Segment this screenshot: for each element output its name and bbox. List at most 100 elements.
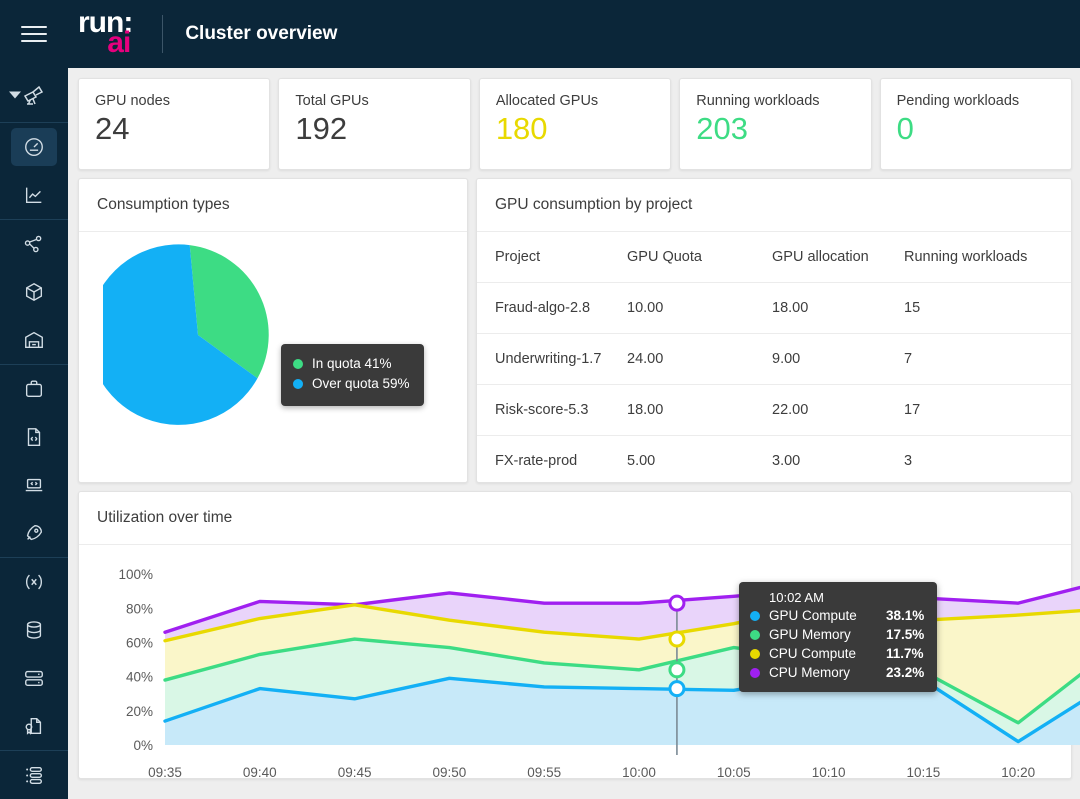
function-x-icon [11, 563, 57, 601]
hover-marker [670, 682, 684, 696]
tooltip-dot-gpu-compute [750, 611, 760, 621]
cell-quota: 5.00 [627, 436, 772, 487]
sidebar-item-templates[interactable] [0, 413, 68, 461]
tooltip-series-name: CPU Memory [769, 663, 877, 682]
column-header-gpu-allocation[interactable]: GPU allocation [772, 232, 904, 283]
tooltip-time: 10:02 AM [769, 590, 924, 605]
column-header-project[interactable]: Project [477, 232, 627, 283]
legend-dot-in-quota [293, 359, 303, 369]
table-row[interactable]: Fraud-algo-2.8 10.00 18.00 15 [477, 283, 1071, 334]
header-divider [162, 15, 163, 53]
sidebar-item-functions[interactable] [0, 558, 68, 606]
cell-running: 3 [904, 436, 1071, 487]
x-axis-tick-label: 09:35 [148, 765, 182, 780]
cell-quota: 10.00 [627, 283, 772, 334]
column-header-running-workloads[interactable]: Running workloads [904, 232, 1071, 283]
y-axis-tick-label: 40% [126, 670, 153, 685]
sidebar-item-network[interactable] [0, 220, 68, 268]
sidebar-item-workspaces[interactable] [0, 461, 68, 509]
cell-allocation: 9.00 [772, 334, 904, 385]
kpi-value: 192 [295, 113, 453, 146]
page-title: Cluster overview [185, 23, 337, 45]
tooltip-series-name: GPU Compute [769, 606, 877, 625]
warehouse-icon [11, 321, 57, 359]
cell-running: 15 [904, 283, 1071, 334]
briefcase-icon [11, 370, 57, 408]
network-share-icon [11, 225, 57, 263]
kpi-card-pending-workloads: Pending workloads 0 [880, 78, 1072, 170]
top-bar: run: ai Cluster overview [0, 0, 1080, 68]
server-icon [11, 659, 57, 697]
tooltip-row: GPU Compute 38.1% [750, 606, 924, 625]
kpi-card-allocated-gpus: Allocated GPUs 180 [479, 78, 671, 170]
certificate-file-icon [11, 707, 57, 745]
cell-project: Risk-score-5.3 [477, 385, 627, 436]
sidebar-item-dashboard[interactable] [0, 123, 68, 171]
logo-ai-text: ai [107, 30, 130, 56]
sidebar-item-warehouse[interactable] [0, 316, 68, 364]
dashboard-gauge-icon [11, 128, 57, 166]
database-icon [11, 611, 57, 649]
legend-label: In quota 41% [312, 354, 392, 374]
legend-item: Over quota 59% [293, 374, 410, 394]
cube-icon [11, 273, 57, 311]
column-header-gpu-quota[interactable]: GPU Quota [627, 232, 772, 283]
x-axis-tick-label: 10:20 [1001, 765, 1035, 780]
table-row[interactable]: Risk-score-5.3 18.00 22.00 17 [477, 385, 1071, 436]
projects-table-title: GPU consumption by project [477, 179, 1071, 232]
cluster-overview-page: run: ai Cluster overview [0, 0, 1080, 799]
kpi-value: 203 [696, 113, 854, 146]
tooltip-series-value: 17.5% [886, 625, 924, 644]
hover-marker [670, 663, 684, 677]
rocket-icon [11, 514, 57, 552]
consumption-pie-chart [103, 240, 293, 430]
gpu-consumption-by-project-card: GPU consumption by project Project GPU Q… [476, 178, 1072, 483]
tooltip-series-name: CPU Compute [769, 644, 877, 663]
tooltip-dot-cpu-memory [750, 668, 760, 678]
x-axis-tick-label: 10:05 [717, 765, 751, 780]
kpi-value: 180 [496, 113, 654, 146]
sidebar-item-workloads[interactable] [0, 268, 68, 316]
x-axis-tick-label: 09:45 [338, 765, 372, 780]
x-axis-tick-label: 09:40 [243, 765, 277, 780]
cell-quota: 24.00 [627, 334, 772, 385]
sidebar-nav [0, 68, 68, 799]
cell-quota: 18.00 [627, 385, 772, 436]
tooltip-series-value: 23.2% [886, 663, 924, 682]
cell-project: Underwriting-1.7 [477, 334, 627, 385]
hamburger-icon[interactable] [0, 0, 68, 68]
x-axis-tick-label: 10:15 [907, 765, 941, 780]
x-axis-tick-label: 10:00 [622, 765, 656, 780]
sidebar-item-data-sources[interactable] [0, 606, 68, 654]
tooltip-dot-cpu-compute [750, 649, 760, 659]
utilization-chart-area[interactable]: 0%20%40%60%80%100%09:3509:4009:4509:5009… [79, 545, 1071, 790]
sidebar-item-telescope[interactable] [0, 68, 68, 122]
sidebar-item-deployments[interactable] [0, 509, 68, 557]
sidebar-item-projects[interactable] [0, 365, 68, 413]
legend-dot-over-quota [293, 379, 303, 389]
kpi-value: 0 [897, 113, 1055, 146]
cell-allocation: 3.00 [772, 436, 904, 487]
sidebar-item-analytics[interactable] [0, 171, 68, 219]
utilization-over-time-card: Utilization over time 0%20%40%60%80%100%… [78, 491, 1072, 779]
cell-running: 17 [904, 385, 1071, 436]
kpi-card-running-workloads: Running workloads 203 [679, 78, 871, 170]
sidebar-item-settings[interactable] [0, 751, 68, 799]
main-content: GPU nodes 24 Total GPUs 192 Allocated GP… [68, 68, 1080, 799]
mid-row: Consumption types In quota 41% [78, 178, 1072, 483]
kpi-card-gpu-nodes: GPU nodes 24 [78, 78, 270, 170]
hover-marker [670, 596, 684, 610]
line-chart-icon [11, 176, 57, 214]
kpi-label: Running workloads [696, 93, 854, 109]
sidebar-item-credentials[interactable] [0, 702, 68, 750]
tooltip-series-name: GPU Memory [769, 625, 877, 644]
chart-hover-tooltip: 10:02 AM GPU Compute 38.1% GPU Memory 17… [739, 582, 937, 692]
kpi-card-total-gpus: Total GPUs 192 [278, 78, 470, 170]
sidebar-item-compute-resources[interactable] [0, 654, 68, 702]
y-axis-tick-label: 0% [133, 738, 153, 753]
y-axis-tick-label: 60% [126, 635, 153, 650]
table-row[interactable]: FX-rate-prod 5.00 3.00 3 [477, 436, 1071, 487]
y-axis-tick-label: 20% [126, 704, 153, 719]
tooltip-row: CPU Compute 11.7% [750, 644, 924, 663]
table-row[interactable]: Underwriting-1.7 24.00 9.00 7 [477, 334, 1071, 385]
